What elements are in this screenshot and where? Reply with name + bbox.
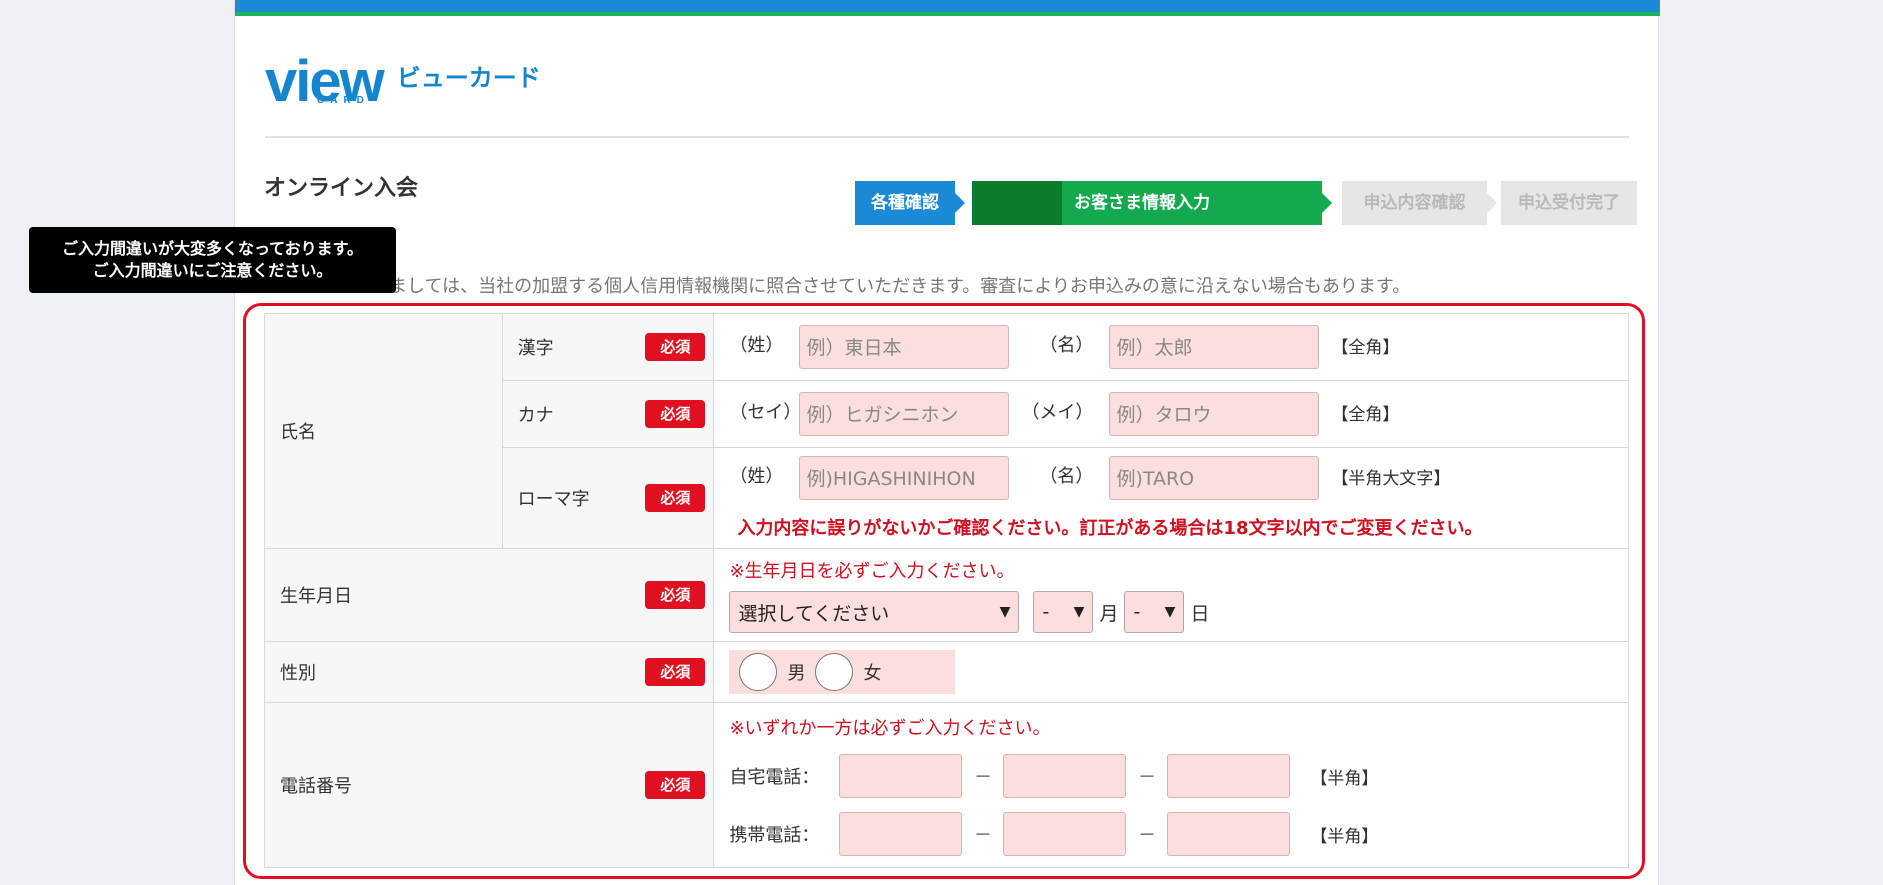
required-badge: 必須 bbox=[645, 658, 706, 686]
home-phone-number-input[interactable] bbox=[1167, 754, 1291, 798]
view-card-logo[interactable]: view CARD ビューカード bbox=[265, 45, 541, 111]
applicant-form: 氏名 漢字 必須 （姓） 例）東日本 （名） 例）太郎 【全角】 カナ 必須 （… bbox=[263, 313, 1629, 868]
kana-input-cell: （セイ） 例）ヒガシニホン （メイ） 例）タロウ 【全角】 bbox=[713, 380, 1629, 448]
step-customer-info: お客さま情報入力 bbox=[972, 181, 1332, 225]
birthdate-label: 生年月日 bbox=[280, 586, 352, 607]
roman-input-cell: （姓） 例)HIGASHINIHON （名） 例)TARO 【半角大文字】 入力… bbox=[713, 447, 1629, 549]
birth-month-value: - bbox=[1042, 601, 1050, 623]
mobile-phone-area-input[interactable] bbox=[839, 812, 963, 856]
birth-day-select[interactable]: - ▼ bbox=[1124, 591, 1185, 633]
kanji-hint: 【全角】 bbox=[1331, 338, 1400, 358]
birth-day-value: - bbox=[1133, 601, 1141, 623]
day-unit: 日 bbox=[1190, 602, 1210, 625]
gender-female-radio[interactable] bbox=[815, 653, 854, 691]
phone-label-cell: 電話番号 必須 bbox=[263, 702, 715, 868]
header-accent-bar bbox=[235, 12, 1660, 16]
step-review: 申込内容確認 bbox=[1342, 181, 1497, 225]
kana-last-name-input[interactable]: 例）ヒガシニホン bbox=[799, 392, 1010, 436]
phone-input-cell: ※いずれか一方は必ずご入力ください。 自宅電話： － － 【半角】 携帯電話： … bbox=[713, 702, 1629, 868]
kanji-last-name-input[interactable]: 例）東日本 bbox=[799, 325, 1010, 369]
home-phone-row: 自宅電話： － － 【半角】 bbox=[729, 754, 1628, 798]
logo-kana: ビューカード bbox=[396, 64, 541, 92]
dash-separator: － bbox=[1137, 767, 1156, 788]
logo-subtext: CARD bbox=[317, 95, 370, 106]
gender-label: 性別 bbox=[280, 663, 316, 684]
roman-hint: 【半角大文字】 bbox=[1331, 469, 1451, 489]
name-label: 氏名 bbox=[264, 313, 503, 549]
kana-hint: 【全角】 bbox=[1331, 405, 1400, 425]
birth-month-select[interactable]: - ▼ bbox=[1033, 591, 1094, 633]
chevron-down-icon: ▼ bbox=[1164, 604, 1176, 620]
dash-separator: － bbox=[973, 767, 992, 788]
kana-first-name-input[interactable]: 例）タロウ bbox=[1109, 392, 1320, 436]
kanji-first-name-input[interactable]: 例）太郎 bbox=[1109, 325, 1320, 369]
gender-input-cell: 男 女 bbox=[713, 641, 1629, 703]
home-phone-label: 自宅電話： bbox=[729, 767, 820, 788]
dash-separator: － bbox=[1137, 825, 1156, 846]
input-warning-tooltip: ご入力間違いが大変多くなっております。 ご入力間違いにご注意ください。 bbox=[29, 227, 396, 293]
credit-notice: ましては、当社の加盟する個人信用情報機関に照合させていただきます。審査によりお申… bbox=[389, 276, 1411, 297]
roman-last-name-input[interactable]: 例)HIGASHINIHON bbox=[799, 456, 1010, 500]
birthdate-input-cell: ※生年月日を必ずご入力ください。 選択してください ▼ - ▼ 月 - ▼ 日 bbox=[713, 548, 1629, 642]
roman-label: ローマ字 bbox=[517, 489, 590, 510]
roman-first-prefix: （名） bbox=[1039, 466, 1094, 487]
required-badge: 必須 bbox=[645, 771, 706, 799]
birth-year-value: 選択してください bbox=[738, 602, 890, 625]
birth-year-select[interactable]: 選択してください ▼ bbox=[729, 591, 1020, 633]
phone-label: 電話番号 bbox=[280, 776, 352, 797]
mobile-phone-label: 携帯電話： bbox=[729, 825, 820, 846]
mobile-phone-number-input[interactable] bbox=[1167, 812, 1291, 856]
home-phone-hint: 【半角】 bbox=[1310, 768, 1379, 789]
roman-last-prefix: （姓） bbox=[729, 466, 784, 487]
birthdate-error-message: ※生年月日を必ずご入力ください。 bbox=[729, 561, 1015, 582]
phone-error-message: ※いずれか一方は必ずご入力ください。 bbox=[729, 718, 1051, 739]
step-customer-info-label: お客さま情報入力 bbox=[1074, 193, 1210, 213]
tooltip-line-2: ご入力間違いにご注意ください。 bbox=[92, 261, 333, 280]
step-confirm: 各種確認 bbox=[855, 181, 965, 225]
home-phone-area-input[interactable] bbox=[839, 754, 963, 798]
kana-label-cell: カナ 必須 bbox=[501, 380, 715, 448]
phone-row: 電話番号 必須 ※いずれか一方は必ずご入力ください。 自宅電話： － － 【半角… bbox=[263, 702, 1629, 868]
month-unit: 月 bbox=[1099, 602, 1119, 625]
gender-label-cell: 性別 必須 bbox=[263, 641, 715, 703]
birthdate-row: 生年月日 必須 ※生年月日を必ずご入力ください。 選択してください ▼ - ▼ … bbox=[263, 548, 1629, 642]
name-kanji-row: 氏名 漢字 必須 （姓） 例）東日本 （名） 例）太郎 【全角】 bbox=[264, 313, 1629, 549]
roman-label-cell: ローマ字 必須 bbox=[501, 447, 715, 549]
kanji-first-prefix: （名） bbox=[1039, 335, 1094, 356]
gender-female-label[interactable]: 女 bbox=[863, 659, 881, 685]
required-badge: 必須 bbox=[645, 581, 706, 609]
gender-radio-group: 男 女 bbox=[729, 650, 956, 694]
chevron-down-icon: ▼ bbox=[1073, 604, 1085, 620]
required-badge: 必須 bbox=[645, 484, 706, 512]
mobile-phone-hint: 【半角】 bbox=[1310, 826, 1379, 847]
tooltip-line-1: ご入力間違いが大変多くなっております。 bbox=[61, 239, 364, 258]
header-divider bbox=[265, 136, 1629, 138]
kanji-last-prefix: （姓） bbox=[729, 335, 784, 356]
required-badge: 必須 bbox=[645, 400, 706, 428]
kanji-input-cell: （姓） 例）東日本 （名） 例）太郎 【全角】 bbox=[713, 313, 1629, 381]
chevron-down-icon: ▼ bbox=[999, 604, 1011, 620]
gender-male-radio[interactable] bbox=[739, 653, 778, 691]
header-top-bar bbox=[235, 0, 1660, 12]
gender-male-label[interactable]: 男 bbox=[787, 659, 805, 685]
mobile-phone-row: 携帯電話： － － 【半角】 bbox=[729, 812, 1628, 856]
home-phone-local-input[interactable] bbox=[1003, 754, 1127, 798]
roman-error-message: 入力内容に誤りがないかご確認ください。訂正がある場合は18文字以内でご変更くださ… bbox=[737, 518, 1483, 539]
kana-first-prefix: （メイ） bbox=[1021, 402, 1094, 423]
required-badge: 必須 bbox=[645, 333, 706, 361]
page-title: オンライン入会 bbox=[264, 176, 419, 201]
mobile-phone-local-input[interactable] bbox=[1003, 812, 1127, 856]
dash-separator: － bbox=[973, 825, 992, 846]
kana-last-prefix: （セイ） bbox=[729, 402, 802, 423]
step-complete: 申込受付完了 bbox=[1501, 181, 1637, 225]
gender-row: 性別 必須 男 女 bbox=[263, 641, 1629, 703]
birthdate-label-cell: 生年月日 必須 bbox=[263, 548, 715, 642]
kanji-label-cell: 漢字 必須 bbox=[501, 313, 715, 381]
roman-first-name-input[interactable]: 例)TARO bbox=[1109, 456, 1320, 500]
step-current-marker bbox=[972, 181, 1062, 225]
kanji-label: 漢字 bbox=[517, 338, 554, 359]
kana-label: カナ bbox=[517, 405, 554, 426]
